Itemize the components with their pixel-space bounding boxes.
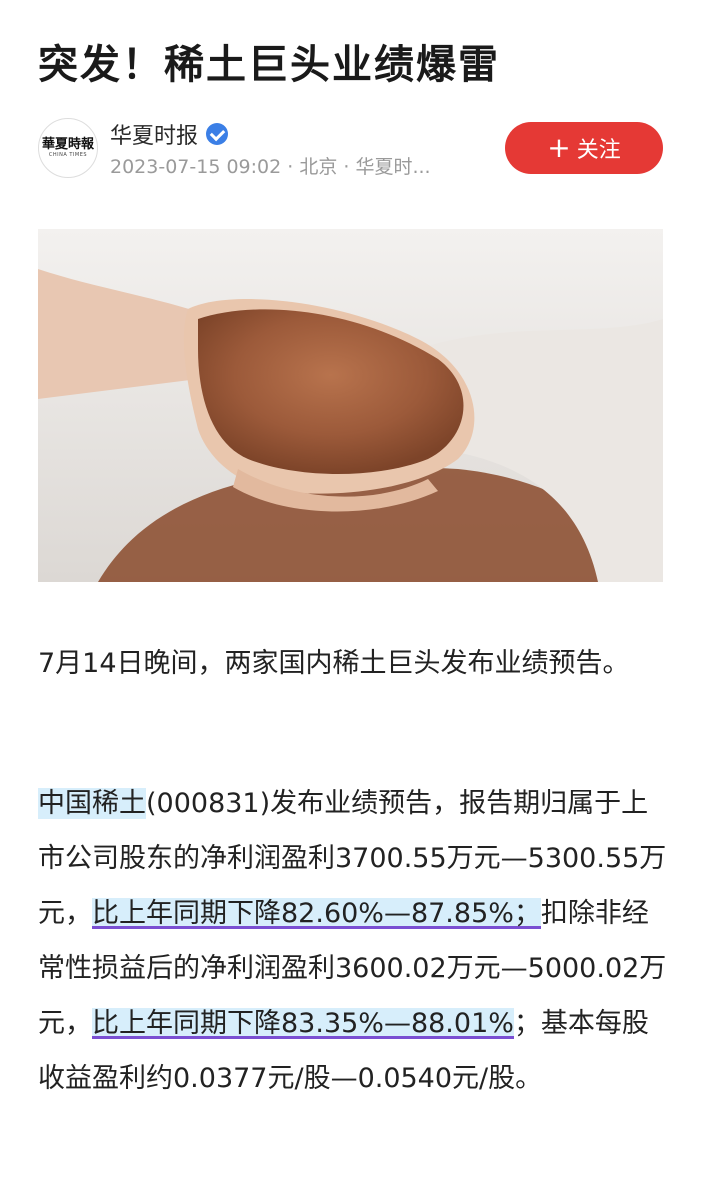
rare-earth-photo: [38, 229, 663, 582]
paragraph-text: 中国稀土(000831)发布业绩预告，报告期归属于上市公司股东的净利润盈利370…: [38, 776, 668, 1106]
paragraph-text: 7月14日晚间，两家国内稀土巨头发布业绩预告。: [38, 648, 630, 679]
article-paragraph-2: 中国稀土(000831)发布业绩预告，报告期归属于上市公司股东的净利润盈利370…: [38, 776, 668, 1106]
plus-icon: +: [547, 131, 571, 164]
verified-icon: [206, 123, 229, 145]
publisher-avatar[interactable]: 華夏時報 CHINA TIMES: [38, 118, 98, 178]
article-meta: 2023-07-15 09:02 · 北京 · 华夏时...: [110, 156, 431, 178]
company-link[interactable]: 中国稀土: [38, 788, 146, 819]
article-paragraph-1: 7月14日晚间，两家国内稀土巨头发布业绩预告。: [38, 636, 668, 691]
author-row[interactable]: 华夏时报: [110, 118, 229, 150]
author-name[interactable]: 华夏时报: [110, 118, 198, 150]
article-image[interactable]: [38, 229, 663, 582]
article-title: 突发！稀土巨头业绩爆雷: [38, 42, 500, 88]
follow-button[interactable]: + 关注: [505, 122, 663, 174]
publisher-logo-subtext: CHINA TIMES: [48, 152, 88, 158]
highlight-decline-2: 比上年同期下降83.35%—88.01%: [92, 1008, 514, 1039]
highlight-decline-1: 比上年同期下降82.60%—87.85%；: [92, 898, 541, 929]
publisher-logo-text: 華夏時報: [41, 137, 94, 152]
follow-button-label: 关注: [576, 138, 621, 163]
